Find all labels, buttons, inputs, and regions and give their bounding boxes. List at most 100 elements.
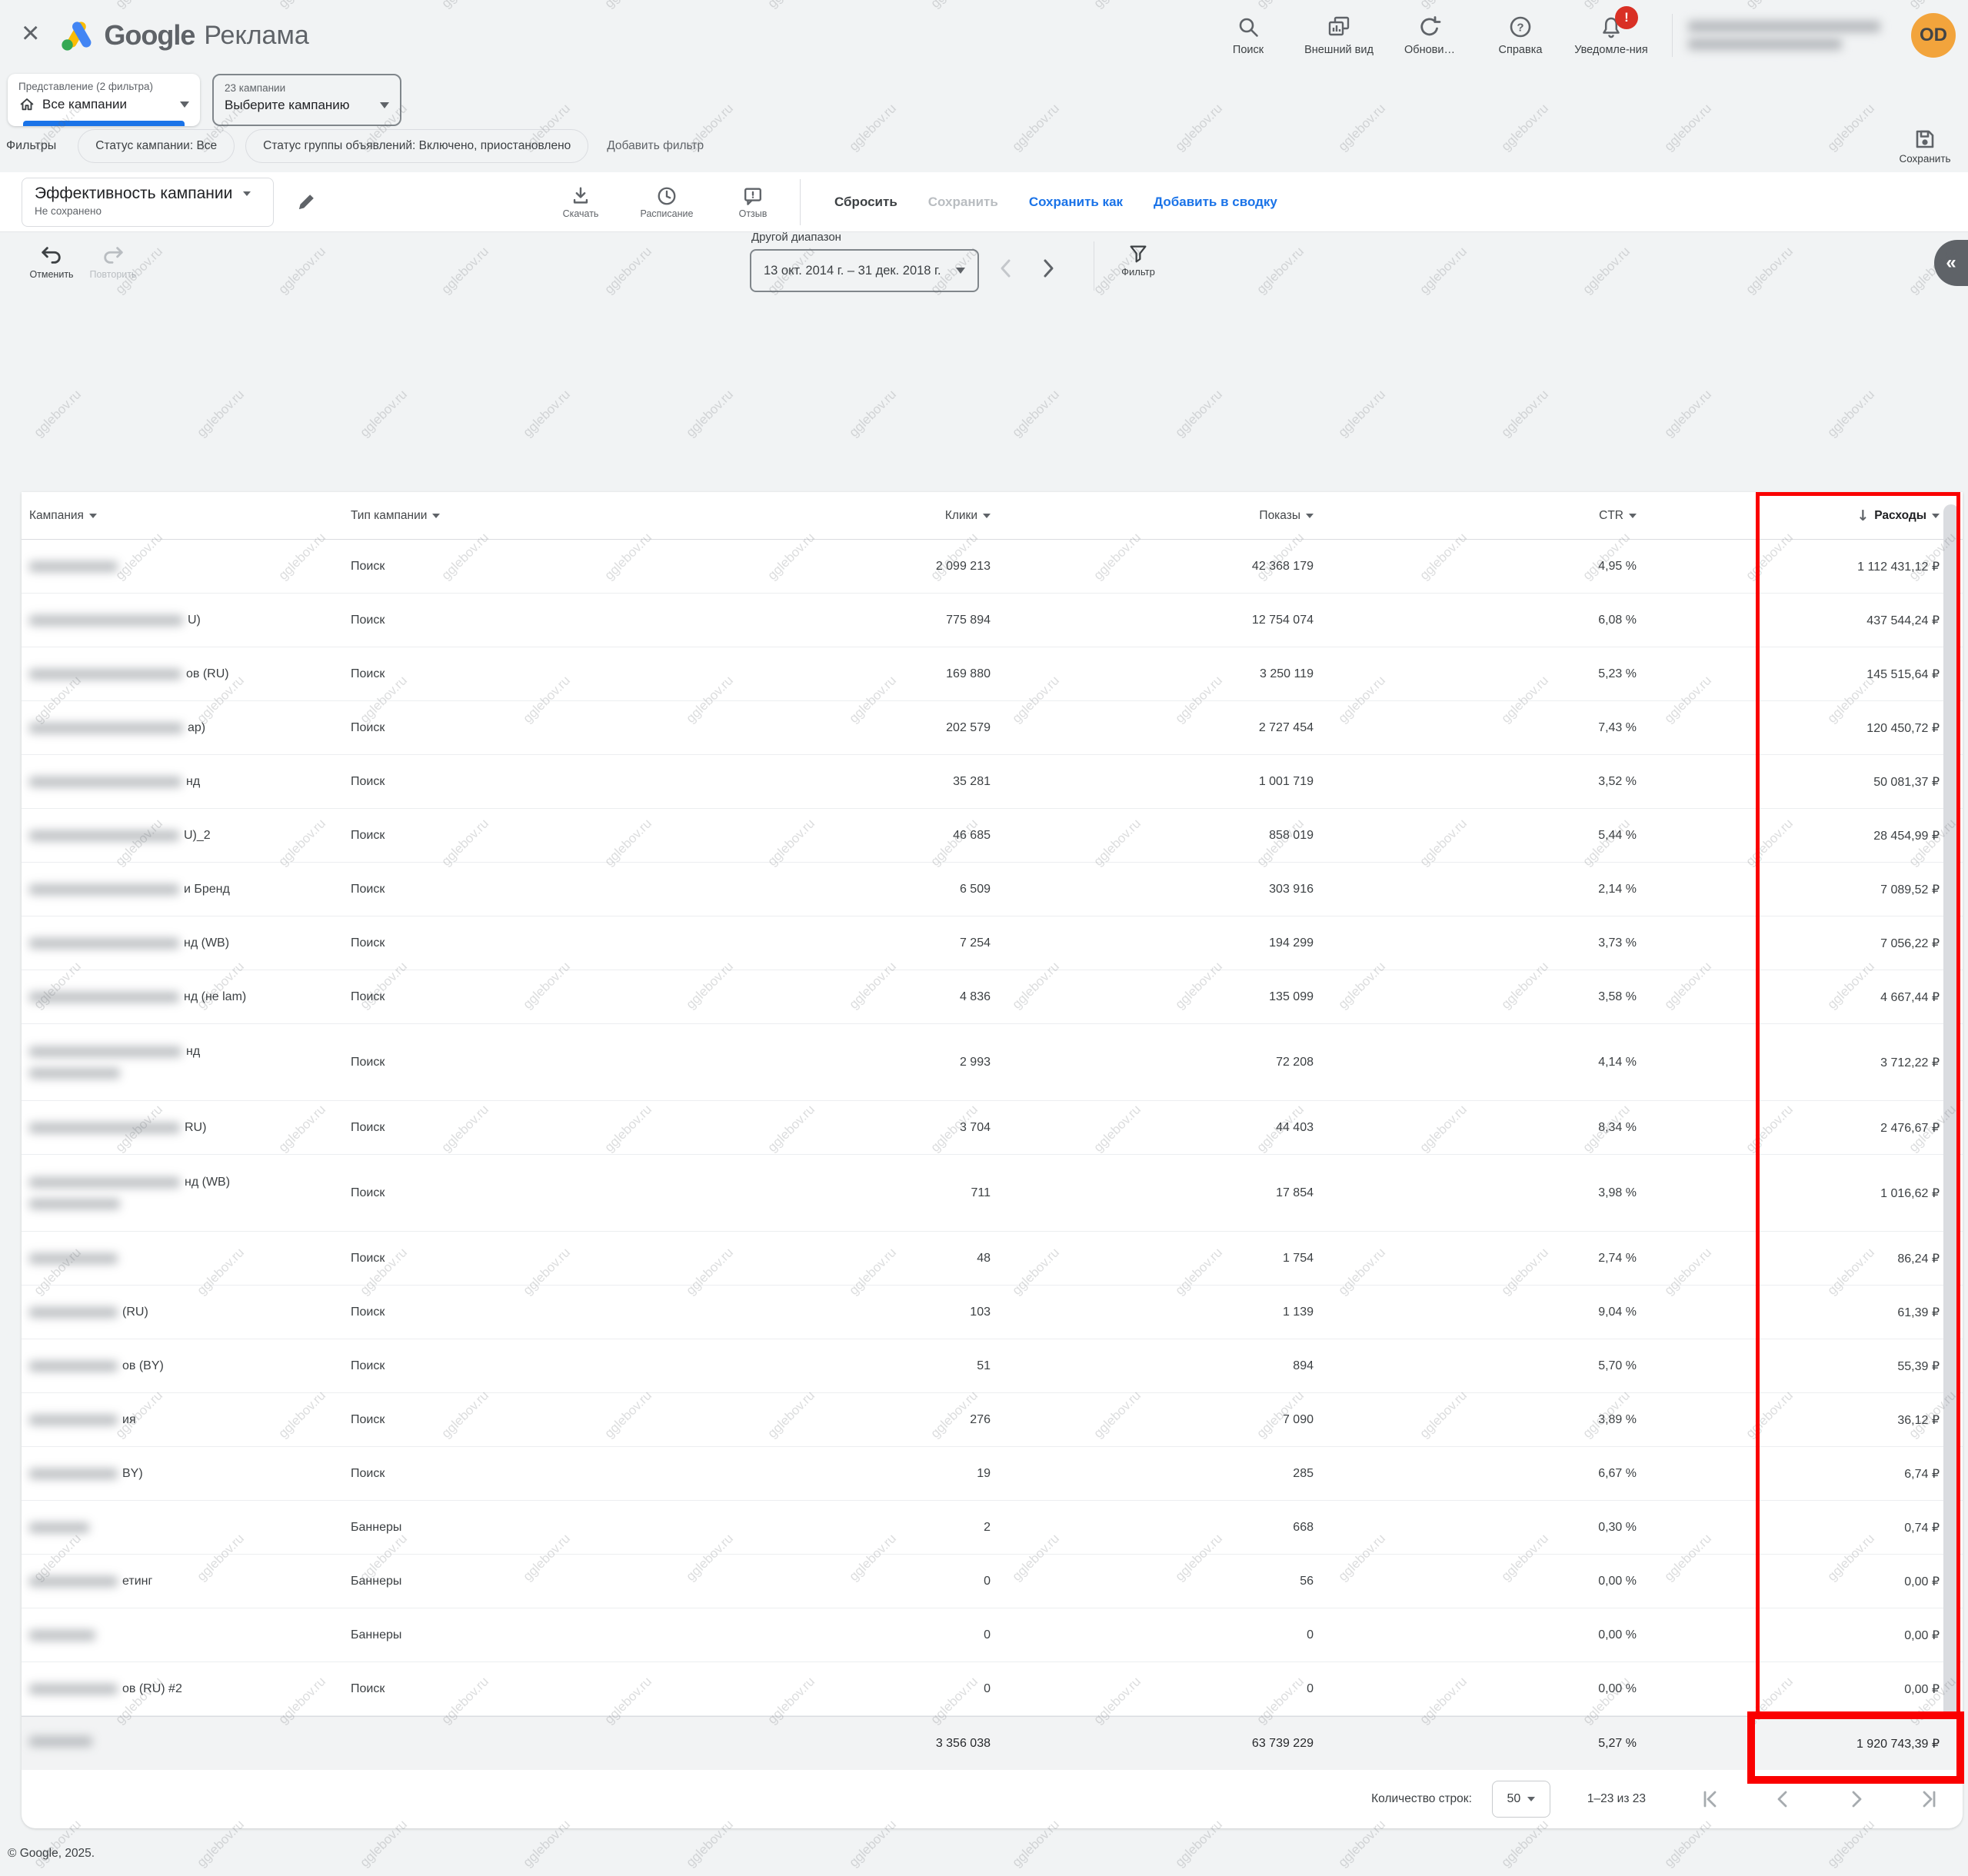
save-as-button[interactable]: Сохранить как (1029, 195, 1123, 210)
campaign-name-cell (29, 557, 351, 576)
table-row[interactable]: ов (RU) #2Поиск000,00 %0,00 ₽ (22, 1662, 1963, 1716)
nav-refresh[interactable]: Обнови… (1384, 14, 1475, 57)
table-row[interactable]: нд (не lam)Поиск4 836135 0993,58 %4 667,… (22, 970, 1963, 1024)
table-row[interactable]: етингБаннеры0560,00 %0,00 ₽ (22, 1555, 1963, 1608)
table-row[interactable]: и БрендПоиск6 509303 9162,14 %7 089,52 ₽ (22, 863, 1963, 916)
report-save-status: Не сохранено (35, 205, 261, 217)
reset-button[interactable]: Сбросить (834, 195, 897, 210)
table-filter-button[interactable]: Фильтр (1114, 243, 1163, 278)
campaign-name-suffix: и Бренд (184, 883, 230, 896)
table-row[interactable]: Баннеры000,00 %0,00 ₽ (22, 1608, 1963, 1662)
date-range-selector[interactable]: 13 окт. 2014 г. – 31 дек. 2018 г. (750, 249, 979, 292)
nav-notifications[interactable]: ! Уведомле-ния (1566, 14, 1657, 57)
schedule-label: Расписание (634, 208, 700, 219)
add-to-summary-button[interactable]: Добавить в сводку (1154, 195, 1277, 210)
table-row[interactable]: ов (RU)Поиск169 8803 250 1195,23 %145 51… (22, 647, 1963, 701)
next-page-button[interactable] (1844, 1788, 1867, 1811)
table-row[interactable]: Поиск481 7542,74 %86,24 ₽ (22, 1232, 1963, 1286)
column-header-cost[interactable]: ↓Расходы (1637, 507, 1940, 524)
first-page-button[interactable] (1700, 1788, 1723, 1811)
campaign-name-cell: нд (не lam) (29, 988, 351, 1006)
avatar[interactable]: OD (1911, 13, 1956, 58)
campaign-selector[interactable]: 23 кампании Выберите кампанию (212, 74, 401, 126)
impressions-cell: 7 090 (991, 1413, 1314, 1427)
undo-button[interactable]: Отменить (26, 244, 77, 280)
rows-per-page-select[interactable]: 50 (1492, 1781, 1550, 1818)
campaign-name-cell: нд (29, 1043, 351, 1083)
save-filter-button[interactable]: Сохранить (1888, 128, 1962, 165)
type-cell: Поиск (351, 1121, 652, 1135)
table-row[interactable]: ндПоиск2 99372 2084,14 %3 712,22 ₽ (22, 1024, 1963, 1101)
column-header-type[interactable]: Тип кампании (351, 509, 652, 523)
column-header-campaign[interactable]: Кампания (29, 509, 351, 523)
table-row[interactable]: нд (WB)Поиск7 254194 2993,73 %7 056,22 ₽ (22, 916, 1963, 970)
previous-range-button[interactable] (996, 257, 1016, 280)
previous-page-button[interactable] (1772, 1788, 1795, 1811)
search-icon (1237, 15, 1260, 38)
campaign-name-suffix: ов (BY) (122, 1359, 164, 1373)
table-row[interactable]: (RU)Поиск1031 1399,04 %61,39 ₽ (22, 1286, 1963, 1339)
type-cell: Поиск (351, 667, 652, 681)
edit-title-button[interactable] (295, 191, 317, 213)
table-row[interactable]: Поиск2 099 21342 368 1794,95 %1 112 431,… (22, 540, 1963, 594)
collapse-panel-button[interactable]: « (1934, 240, 1968, 286)
table-row[interactable]: нд (WB)Поиск71117 8543,98 %1 016,62 ₽ (22, 1155, 1963, 1232)
download-button[interactable]: Скачать (548, 185, 614, 219)
ctr-cell: 2,74 % (1314, 1252, 1637, 1266)
nav-help-label: Справка (1499, 44, 1543, 56)
chevron-down-icon (1527, 1797, 1535, 1801)
impressions-cell: 668 (991, 1521, 1314, 1535)
save-report-button[interactable]: Сохранить (928, 195, 998, 210)
schedule-button[interactable]: Расписание (634, 185, 700, 219)
view-selector[interactable]: Представление (2 фильтра) Все кампании (8, 74, 200, 126)
nav-appearance[interactable]: Внешний вид (1294, 14, 1384, 57)
filter-chip-campaign-status[interactable]: Статус кампании: Все (78, 129, 235, 163)
type-cell: Поиск (351, 1682, 652, 1696)
type-cell: Поиск (351, 721, 652, 735)
campaign-name-suffix: нд (186, 1045, 200, 1059)
appearance-icon (1327, 15, 1350, 38)
nav-help[interactable]: ? Справка (1475, 14, 1566, 57)
nav-search[interactable]: Поиск (1203, 14, 1294, 57)
column-label: Кампания (29, 509, 84, 523)
ctr-cell: 5,44 % (1314, 829, 1637, 843)
caret-down-icon (983, 514, 991, 518)
ctr-cell: 3,73 % (1314, 936, 1637, 950)
cost-cell: 0,00 ₽ (1637, 1574, 1940, 1589)
campaign-selector-label: 23 кампании (225, 82, 389, 94)
view-selector-value: Все кампании (42, 97, 173, 112)
column-label: Показы (1259, 509, 1300, 523)
campaign-name-cell (29, 1249, 351, 1268)
column-header-clicks[interactable]: Клики (652, 509, 991, 523)
feedback-button[interactable]: Отзыв (720, 185, 786, 219)
cost-cell: 4 667,44 ₽ (1637, 990, 1940, 1005)
table-row[interactable]: ов (BY)Поиск518945,70 %55,39 ₽ (22, 1339, 1963, 1393)
filter-chip-adgroup-status[interactable]: Статус группы объявлений: Включено, прио… (245, 129, 588, 163)
add-filter-button[interactable]: Добавить фильтр (607, 139, 704, 153)
redo-button[interactable]: Повторить (88, 244, 138, 280)
type-cell: Поиск (351, 883, 652, 896)
table-row[interactable]: ндПоиск35 2811 001 7193,52 %50 081,37 ₽ (22, 755, 1963, 809)
table-row[interactable]: ияПоиск2767 0903,89 %36,12 ₽ (22, 1393, 1963, 1447)
report-selector[interactable]: Эффективность кампании Не сохранено (22, 178, 274, 227)
type-cell: Поиск (351, 560, 652, 574)
caret-down-icon (1306, 514, 1314, 518)
vertical-scrollbar[interactable] (1943, 504, 1959, 1719)
table-row[interactable]: ар)Поиск202 5792 727 4547,43 %120 450,72… (22, 701, 1963, 755)
account-info-blurred (1688, 21, 1894, 50)
table-row[interactable]: RU)Поиск3 70444 4038,34 %2 476,67 ₽ (22, 1101, 1963, 1155)
table-row[interactable]: Баннеры26680,30 %0,74 ₽ (22, 1501, 1963, 1555)
last-page-button[interactable] (1916, 1788, 1940, 1811)
table-row[interactable]: BY)Поиск192856,67 %6,74 ₽ (22, 1447, 1963, 1501)
blurred-campaign-name (29, 1307, 118, 1318)
column-header-ctr[interactable]: CTR (1314, 509, 1637, 523)
table-row[interactable]: U)_2Поиск46 685858 0195,44 %28 454,99 ₽ (22, 809, 1963, 863)
table-row[interactable]: U)Поиск775 89412 754 0746,08 %437 544,24… (22, 594, 1963, 647)
impressions-cell: 0 (991, 1682, 1314, 1696)
blurred-campaign-name (29, 830, 179, 841)
blurred-campaign-name (29, 992, 179, 1003)
next-range-button[interactable] (1038, 257, 1058, 280)
close-icon[interactable]: × (22, 18, 39, 48)
column-header-impressions[interactable]: Показы (991, 509, 1314, 523)
campaign-name-cell: и Бренд (29, 880, 351, 899)
